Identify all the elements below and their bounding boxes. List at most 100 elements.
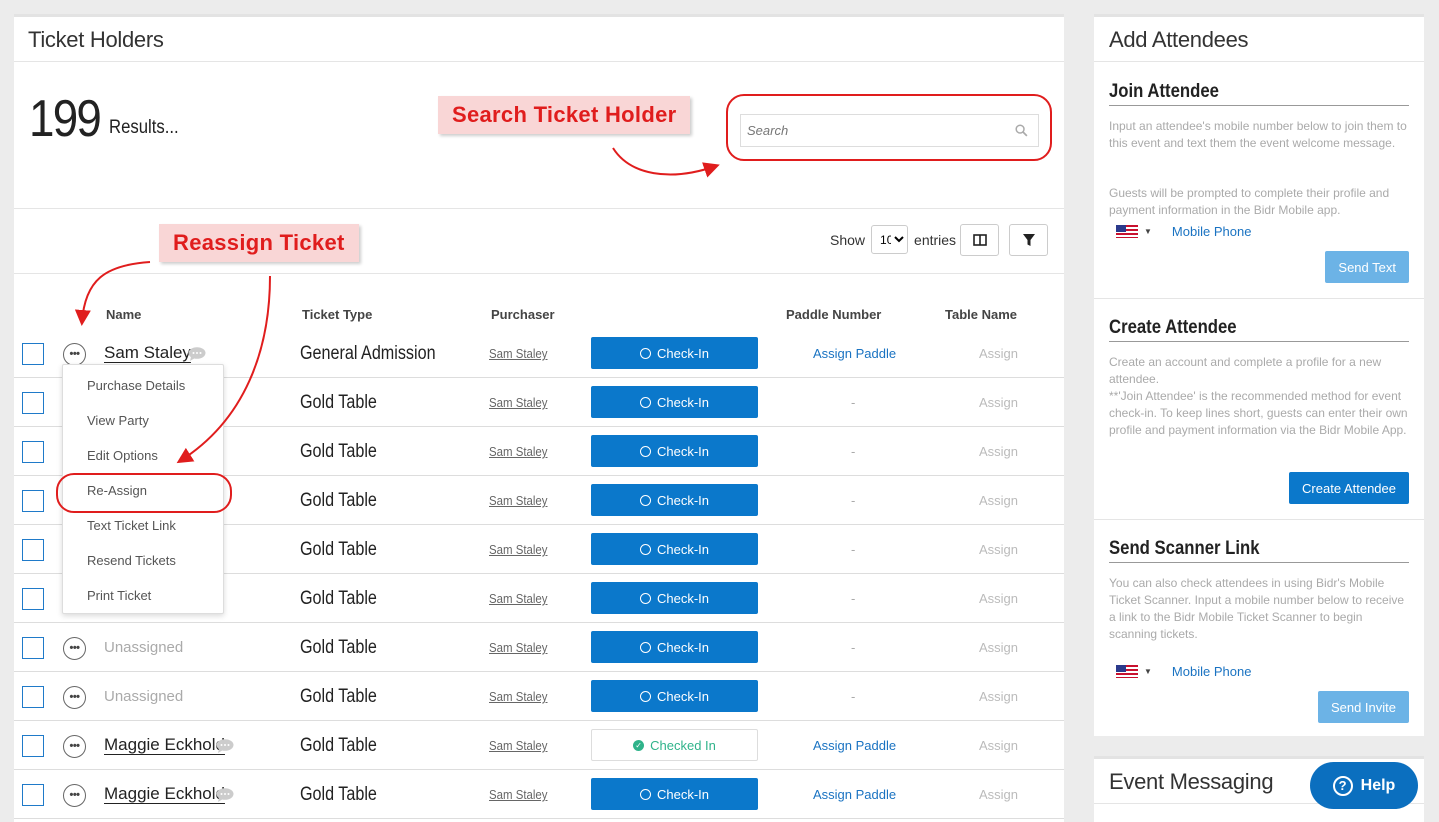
more-options-icon[interactable]: ••• bbox=[63, 735, 86, 758]
check-in-button[interactable]: Check-In bbox=[591, 435, 758, 467]
more-options-icon[interactable]: ••• bbox=[63, 637, 86, 660]
purchaser-link[interactable]: Sam Staley bbox=[489, 444, 548, 459]
checked-in-status[interactable]: ✓ Checked In bbox=[591, 729, 758, 761]
scanner-text: You can also check attendees in using Bi… bbox=[1109, 576, 1405, 641]
columns-button[interactable] bbox=[960, 224, 999, 256]
assign-table-link[interactable]: Assign bbox=[979, 542, 1018, 557]
circle-icon bbox=[639, 396, 651, 408]
check-in-button[interactable]: Check-In bbox=[591, 484, 758, 516]
check-in-label: Check-In bbox=[656, 786, 710, 802]
assign-table-link[interactable]: Assign bbox=[979, 346, 1018, 361]
check-in-button[interactable]: Check-In bbox=[591, 582, 758, 614]
mobile-phone-placeholder: Mobile Phone bbox=[1171, 224, 1252, 239]
question-icon: ? bbox=[1332, 775, 1353, 796]
assign-table-link[interactable]: Assign bbox=[979, 395, 1018, 410]
menu-item-edit-options[interactable]: Edit Options bbox=[87, 448, 158, 463]
help-label: Help bbox=[1360, 776, 1396, 794]
divider bbox=[1094, 298, 1424, 299]
row-checkbox[interactable] bbox=[22, 735, 44, 757]
us-flag-icon[interactable] bbox=[1116, 665, 1138, 678]
assign-table-link[interactable]: Assign bbox=[979, 591, 1018, 606]
column-header-table-name[interactable]: Table Name bbox=[945, 307, 1017, 322]
send-scanner-link-heading: Send Scanner Link bbox=[1109, 538, 1260, 559]
menu-item-text-ticket-link[interactable]: Text Ticket Link bbox=[87, 518, 176, 533]
check-in-button[interactable]: Check-In bbox=[591, 533, 758, 565]
event-messaging-title: Event Messaging bbox=[1109, 769, 1274, 794]
divider bbox=[1094, 61, 1424, 62]
ticket-holder-name[interactable]: Sam Staley bbox=[104, 343, 191, 363]
menu-item-view-party[interactable]: View Party bbox=[87, 413, 149, 428]
help-button[interactable]: ? Help bbox=[1310, 762, 1418, 809]
row-checkbox[interactable] bbox=[22, 784, 44, 806]
column-header-ticket-type[interactable]: Ticket Type bbox=[302, 307, 372, 322]
row-checkbox[interactable] bbox=[22, 686, 44, 708]
more-options-icon[interactable]: ••• bbox=[63, 686, 86, 709]
purchaser-link[interactable]: Sam Staley bbox=[489, 591, 548, 606]
circle-icon bbox=[639, 543, 651, 555]
purchaser-link[interactable]: Sam Staley bbox=[489, 493, 548, 508]
menu-item-resend-tickets[interactable]: Resend Tickets bbox=[87, 553, 176, 568]
check-in-label: Check-In bbox=[656, 345, 710, 361]
row-checkbox[interactable] bbox=[22, 343, 44, 365]
menu-item-print-ticket[interactable]: Print Ticket bbox=[87, 588, 151, 603]
assign-paddle-link[interactable]: Assign Paddle bbox=[813, 787, 896, 802]
check-in-button[interactable]: Check-In bbox=[591, 680, 758, 712]
entries-control: Show 10 entries bbox=[830, 225, 956, 254]
paddle-empty: - bbox=[851, 689, 856, 704]
purchaser-link[interactable]: Sam Staley bbox=[489, 738, 548, 753]
add-attendees-panel: Add Attendees Join Attendee Input an att… bbox=[1094, 14, 1424, 736]
assign-table-link[interactable]: Assign bbox=[979, 689, 1018, 704]
row-checkbox[interactable] bbox=[22, 490, 44, 512]
row-checkbox[interactable] bbox=[22, 588, 44, 610]
mobile-phone-placeholder: Mobile Phone bbox=[1171, 664, 1252, 679]
check-in-button[interactable]: Check-In bbox=[591, 778, 758, 810]
assign-table-link[interactable]: Assign bbox=[979, 738, 1018, 753]
phone-input[interactable]: ▼ Mobile Phone bbox=[1116, 224, 1251, 239]
assign-paddle-link[interactable]: Assign Paddle bbox=[813, 738, 896, 753]
caret-down-icon[interactable]: ▼ bbox=[1144, 667, 1152, 676]
filter-button[interactable] bbox=[1009, 224, 1048, 256]
circle-icon bbox=[639, 690, 651, 702]
menu-item-purchase-details[interactable]: Purchase Details bbox=[87, 378, 185, 393]
purchaser-link[interactable]: Sam Staley bbox=[489, 542, 548, 557]
assign-table-link[interactable]: Assign bbox=[979, 493, 1018, 508]
chat-icon[interactable] bbox=[216, 788, 234, 802]
row-checkbox[interactable] bbox=[22, 637, 44, 659]
check-in-label: Check-In bbox=[656, 688, 710, 704]
column-header-paddle-number[interactable]: Paddle Number bbox=[786, 307, 881, 322]
circle-icon bbox=[639, 347, 651, 359]
send-invite-button[interactable]: Send Invite bbox=[1317, 691, 1409, 723]
assign-table-link[interactable]: Assign bbox=[979, 787, 1018, 802]
assign-paddle-link[interactable]: Assign Paddle bbox=[813, 346, 896, 361]
assign-table-link[interactable]: Assign bbox=[979, 640, 1018, 655]
more-options-icon[interactable]: ••• bbox=[63, 343, 86, 366]
phone-input[interactable]: ▼ Mobile Phone bbox=[1116, 664, 1251, 679]
row-checkbox[interactable] bbox=[22, 392, 44, 414]
chat-icon[interactable] bbox=[188, 347, 206, 361]
purchaser-link[interactable]: Sam Staley bbox=[489, 395, 548, 410]
purchaser-link[interactable]: Sam Staley bbox=[489, 787, 548, 802]
ticket-type: Gold Table bbox=[300, 392, 377, 413]
row-checkbox[interactable] bbox=[22, 539, 44, 561]
more-options-icon[interactable]: ••• bbox=[63, 784, 86, 807]
check-in-button[interactable]: Check-In bbox=[591, 386, 758, 418]
check-in-button[interactable]: Check-In bbox=[591, 631, 758, 663]
entries-select[interactable]: 10 bbox=[871, 225, 909, 254]
ticket-holder-name[interactable]: Maggie Eckhold bbox=[104, 735, 225, 755]
column-header-purchaser[interactable]: Purchaser bbox=[491, 307, 555, 322]
assign-table-link[interactable]: Assign bbox=[979, 444, 1018, 459]
purchaser-link[interactable]: Sam Staley bbox=[489, 689, 548, 704]
send-text-button[interactable]: Send Text bbox=[1325, 251, 1409, 283]
check-in-label: Check-In bbox=[656, 492, 710, 508]
purchaser-link[interactable]: Sam Staley bbox=[489, 346, 548, 361]
row-checkbox[interactable] bbox=[22, 441, 44, 463]
caret-down-icon[interactable]: ▼ bbox=[1144, 227, 1152, 236]
us-flag-icon[interactable] bbox=[1116, 225, 1138, 238]
ticket-holder-name[interactable]: Maggie Eckhold bbox=[104, 784, 225, 804]
purchaser-link[interactable]: Sam Staley bbox=[489, 640, 548, 655]
create-attendee-button[interactable]: Create Attendee bbox=[1289, 472, 1409, 504]
chat-icon[interactable] bbox=[216, 739, 234, 753]
column-header-name[interactable]: Name bbox=[106, 307, 141, 322]
search-callout: Search Ticket Holder bbox=[438, 96, 691, 134]
check-in-button[interactable]: Check-In bbox=[591, 337, 758, 369]
